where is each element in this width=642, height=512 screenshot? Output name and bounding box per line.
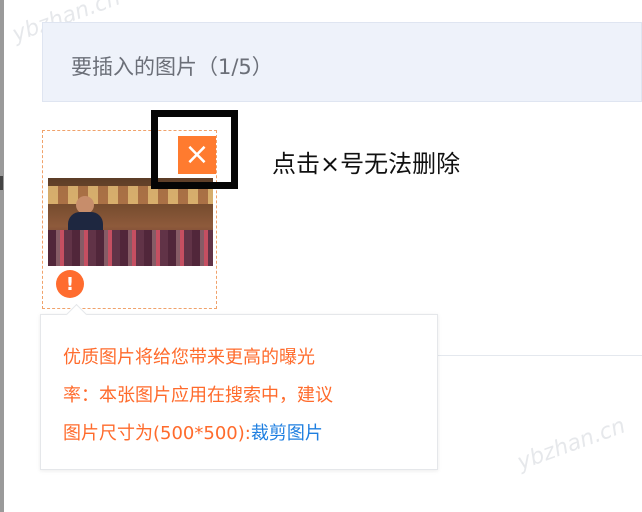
content-divider	[438, 355, 642, 356]
tooltip-size-text: 图片尺寸为(500*500):	[63, 423, 251, 444]
delete-image-button[interactable]: ×	[178, 136, 216, 174]
crop-image-link[interactable]: 裁剪图片	[251, 423, 323, 444]
annotation-text: 点击×号无法删除	[272, 150, 461, 178]
thumbnail-audience	[48, 230, 213, 266]
tooltip-line-3: 图片尺寸为(500*500):裁剪图片	[63, 419, 323, 445]
watermark-bottom: ybzhan.cn	[514, 413, 629, 476]
insert-images-title: 要插入的图片（1/5）	[71, 55, 273, 79]
image-quality-tooltip: 优质图片将给您带来更高的曝光 率：本张图片应用在搜索中，建议 图片尺寸为(500…	[40, 303, 438, 470]
left-border-marker	[0, 176, 3, 190]
image-insert-panel: ybzhan.cn ybzhan.cn 要插入的图片（1/5） × 点击×号无法…	[0, 0, 642, 512]
image-thumbnail	[48, 178, 213, 266]
insert-images-header: 要插入的图片（1/5）	[42, 22, 642, 102]
tooltip-line-2: 率：本张图片应用在搜索中，建议	[63, 385, 333, 406]
left-border	[0, 0, 4, 512]
warning-icon: !	[56, 270, 84, 298]
warning-icon-glyph: !	[65, 273, 75, 295]
close-icon: ×	[184, 137, 210, 172]
tooltip-line-1: 优质图片将给您带来更高的曝光	[63, 347, 315, 368]
